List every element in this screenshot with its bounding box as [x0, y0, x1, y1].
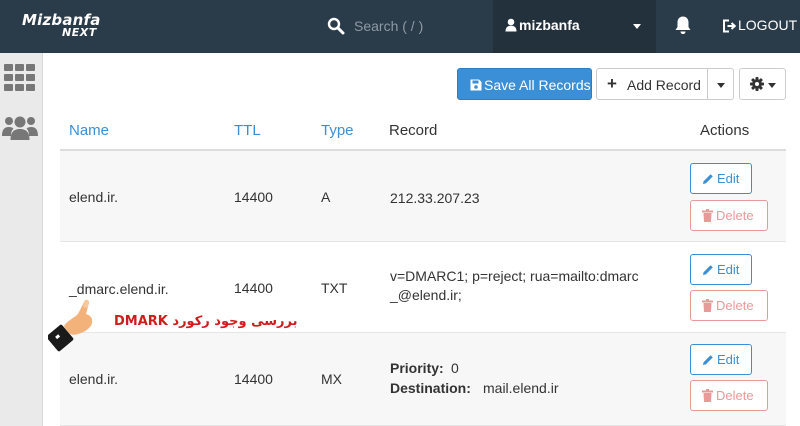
edit-button[interactable]: Edit [690, 344, 752, 375]
logout-icon [723, 19, 736, 33]
record-value-line1: v=DMARC1; p=reject; rua=mailto:dmarc [390, 268, 639, 284]
grid-icon[interactable] [4, 64, 36, 91]
table-row: elend.ir. 14400 A 212.33.207.23 Edit Del… [60, 151, 786, 242]
record-value-line2: _@elend.ir; [390, 287, 462, 303]
search-icon [327, 17, 345, 35]
record-ttl: 14400 [234, 371, 273, 387]
record-type: MX [321, 371, 342, 387]
trash-icon [702, 389, 713, 402]
edit-button[interactable]: Edit [690, 163, 752, 194]
save-icon [470, 79, 482, 91]
destination-label: Destination: [390, 380, 471, 396]
edit-label: Edit [717, 171, 740, 186]
record-value: 212.33.207.23 [390, 190, 480, 206]
left-sidebar [0, 53, 43, 426]
pencil-icon [703, 355, 713, 365]
settings-dropdown-button[interactable] [739, 68, 786, 100]
dmarc-annotation: بررسی وجود رکورد DMARK [114, 314, 298, 329]
pointing-hand-icon [48, 299, 93, 352]
delete-button[interactable]: Delete [690, 380, 768, 411]
add-record-dropdown-toggle[interactable] [707, 68, 734, 100]
column-header-name[interactable]: Name [69, 122, 109, 139]
edit-label: Edit [717, 352, 740, 367]
column-header-type[interactable]: Type [321, 122, 354, 139]
record-type: A [321, 189, 331, 205]
edit-label: Edit [717, 262, 740, 277]
priority-value: 0 [451, 360, 459, 376]
gear-icon [750, 77, 764, 91]
logout-label: LOGOUT [738, 17, 798, 33]
table-row: elend.ir. 14400 MX Priority: 0 Destinati… [60, 333, 786, 426]
users-icon[interactable] [1, 115, 39, 141]
add-record-button[interactable]: + Add Record [596, 68, 708, 100]
chevron-down-icon [633, 24, 641, 29]
record-name: elend.ir. [69, 189, 119, 205]
plus-icon: + [607, 74, 617, 93]
top-navbar: Mizbanfa NEXT mizbanfa LOGOUT [0, 0, 800, 53]
delete-button[interactable]: Delete [690, 290, 768, 321]
priority-label: Priority: [390, 360, 444, 376]
column-header-record: Record [389, 122, 438, 139]
record-name: _dmarc.elend.ir. [69, 281, 169, 297]
delete-button[interactable]: Delete [690, 200, 768, 231]
user-icon [505, 18, 517, 32]
record-name: elend.ir. [69, 371, 119, 387]
username-label: mizbanfa [519, 17, 580, 33]
delete-label: Delete [716, 298, 754, 313]
trash-icon [702, 209, 713, 222]
save-all-records-button[interactable]: Save All Records [457, 68, 592, 100]
delete-label: Delete [716, 388, 754, 403]
brand-logo[interactable]: Mizbanfa NEXT [16, 8, 106, 44]
search-box [322, 12, 484, 40]
edit-button[interactable]: Edit [690, 254, 752, 285]
chevron-down-icon [717, 83, 725, 88]
pencil-icon [703, 174, 713, 184]
delete-label: Delete [716, 208, 754, 223]
destination-value: mail.elend.ir [483, 380, 559, 396]
bell-icon[interactable] [674, 15, 692, 35]
logo-subtext: NEXT [62, 26, 97, 39]
record-type: TXT [321, 280, 348, 296]
record-ttl: 14400 [234, 280, 273, 296]
search-input[interactable] [354, 14, 484, 38]
save-all-records-label: Save All Records [484, 77, 591, 93]
trash-icon [702, 299, 713, 312]
column-header-ttl[interactable]: TTL [234, 122, 261, 139]
add-record-label: Add Record [627, 77, 701, 93]
column-header-actions: Actions [700, 122, 750, 139]
pencil-icon [703, 265, 713, 275]
user-menu-dropdown[interactable]: mizbanfa [493, 0, 656, 53]
record-ttl: 14400 [234, 189, 273, 205]
chevron-down-icon [768, 83, 776, 88]
